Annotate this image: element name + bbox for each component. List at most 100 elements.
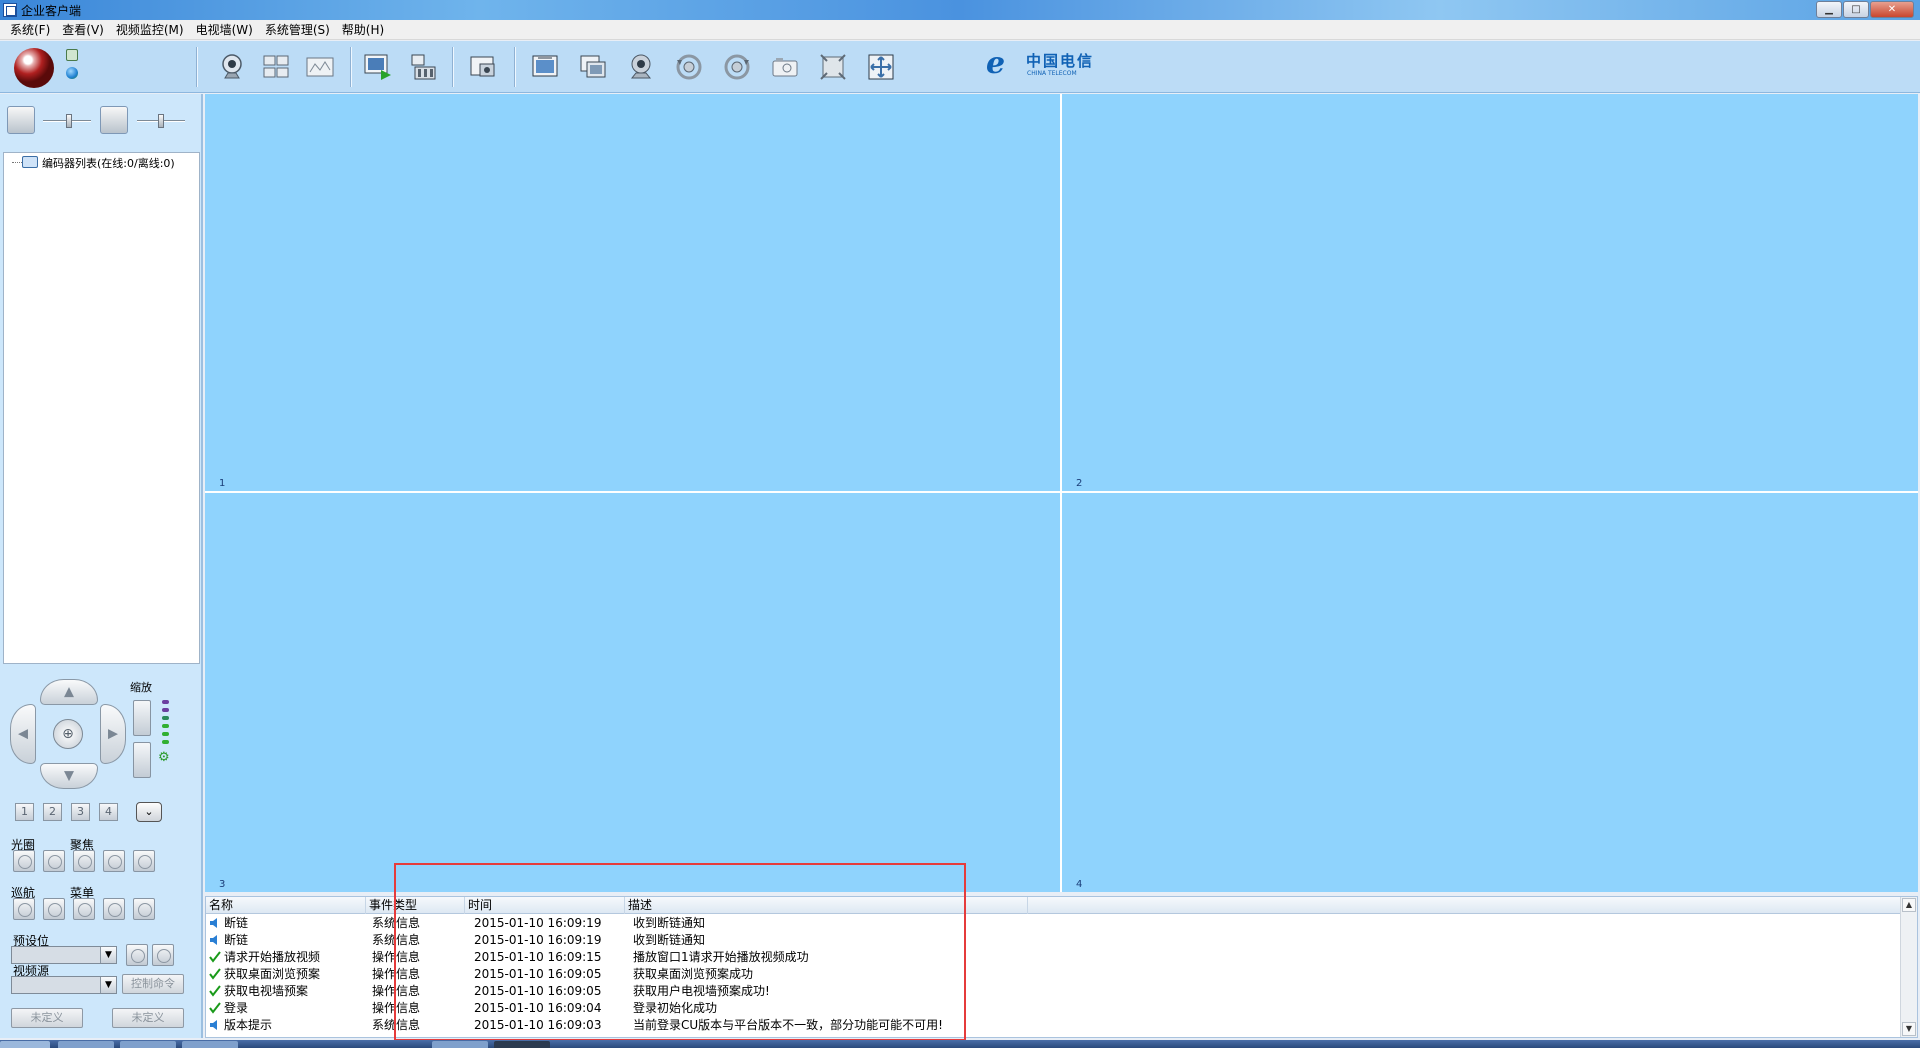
column-header-name[interactable]: 名称 [206, 897, 366, 914]
column-header-desc[interactable]: 描述 [625, 897, 1028, 914]
log-row[interactable]: 断链 系统信息 2015-01-10 16:09:19 收到断链通知 [206, 915, 1901, 932]
undefined-button-2[interactable]: 未定义 [112, 1008, 184, 1028]
close-button[interactable]: ✕ [1870, 1, 1914, 18]
fullscreen-window-icon[interactable] [528, 51, 562, 83]
camera-ball-icon[interactable] [624, 51, 658, 83]
log-row[interactable]: 登录 操作信息 2015-01-10 16:09:04 登录初始化成功 [206, 1000, 1901, 1017]
log-row[interactable]: 获取桌面浏览预案 操作信息 2015-01-10 16:09:05 获取桌面浏览… [206, 966, 1901, 983]
ptz-up-button[interactable]: ▲ [40, 679, 98, 705]
taskbar-item[interactable] [182, 1041, 238, 1048]
menu-tv-wall[interactable]: 电视墙(W) [190, 20, 259, 40]
column-header-time[interactable]: 时间 [465, 897, 625, 914]
window-switch-icon[interactable] [576, 51, 610, 83]
log-time: 2015-01-10 16:09:04 [474, 1001, 602, 1015]
network-globe-icon[interactable] [66, 67, 78, 79]
preset-button-2[interactable]: 2 [43, 803, 62, 821]
scroll-up-icon[interactable]: ▲ [1902, 898, 1916, 912]
speaker-volume-icon[interactable] [7, 106, 35, 134]
preset-goto-icon[interactable] [152, 944, 174, 966]
video-record-icon[interactable] [407, 51, 441, 83]
log-type: 操作信息 [372, 1001, 421, 1015]
zoom-in-button[interactable] [133, 700, 151, 736]
log-time: 2015-01-10 16:09:15 [474, 950, 602, 964]
menu-open-icon[interactable] [103, 898, 125, 920]
expand-icon[interactable] [864, 51, 898, 83]
log-row[interactable]: 版本提示 系统信息 2015-01-10 16:09:03 当前登录CU版本与平… [206, 1017, 1901, 1034]
preset-button-3[interactable]: 3 [71, 803, 90, 821]
rotate-left-icon[interactable] [672, 51, 706, 83]
focus-far-icon[interactable] [133, 850, 155, 872]
ptz-down-button[interactable]: ▼ [40, 763, 98, 789]
snapshot-icon[interactable] [466, 51, 500, 83]
map-icon[interactable] [303, 51, 337, 83]
cruise-auto-icon[interactable] [13, 898, 35, 920]
app-logo-icon[interactable] [14, 48, 54, 88]
menu-view[interactable]: 查看(V) [56, 20, 110, 40]
zoom-out-button[interactable] [133, 742, 151, 778]
pane-number: 3 [219, 879, 226, 890]
taskbar-item[interactable] [58, 1041, 114, 1048]
menu-show-icon[interactable] [73, 898, 95, 920]
speaker-icon [210, 935, 217, 945]
video-pane-1[interactable]: 1 [205, 94, 1060, 491]
preset-button-4[interactable]: 4 [99, 803, 118, 821]
log-desc: 登录初始化成功 [633, 1001, 718, 1015]
menu-system[interactable]: 系统(F) [4, 20, 56, 40]
fit-window-icon[interactable] [816, 51, 850, 83]
toolbar: ℯ 中国电信 CHINA TELECOM [0, 41, 1920, 93]
menu-help[interactable]: 帮助(H) [336, 20, 390, 40]
menu-video-monitor[interactable]: 视频监控(M) [110, 20, 190, 40]
menu-exit-icon[interactable] [133, 898, 155, 920]
encoder-list-node[interactable]: 编码器列表(在线:0/离线:0) [42, 155, 175, 171]
taskbar-item[interactable] [120, 1041, 176, 1048]
taskbar-item[interactable] [432, 1041, 488, 1048]
focus-near-icon[interactable] [103, 850, 125, 872]
cruise-stop-icon[interactable] [43, 898, 65, 920]
taskbar-item-active[interactable] [494, 1041, 550, 1048]
user-status-icon[interactable] [66, 49, 78, 61]
ptz-center-icon[interactable]: ⊕ [53, 719, 83, 749]
webcam-icon[interactable] [215, 51, 249, 83]
log-row[interactable]: 获取电视墙预案 操作信息 2015-01-10 16:09:05 获取用户电视墙… [206, 983, 1901, 1000]
video-pane-2[interactable]: 2 [1062, 94, 1918, 491]
grid-layout-icon[interactable] [259, 51, 293, 83]
log-scrollbar[interactable]: ▲ ▼ [1900, 897, 1917, 1037]
audio-controls [3, 100, 200, 138]
camera-icon[interactable] [768, 51, 802, 83]
zoom-running-icon: ⚙ [158, 750, 170, 765]
preset-edit-icon[interactable] [126, 944, 148, 966]
playback-icon[interactable] [361, 51, 395, 83]
speaker-volume-thumb[interactable] [66, 114, 72, 128]
start-button[interactable] [0, 1041, 50, 1048]
control-command-button[interactable]: 控制命令 [122, 974, 184, 994]
preset-button-1[interactable]: 1 [15, 803, 34, 821]
chevron-up-icon: ▲ [64, 684, 74, 700]
focus-auto-icon[interactable] [73, 850, 95, 872]
menu-system-admin[interactable]: 系统管理(S) [259, 20, 336, 40]
microphone-icon[interactable] [100, 106, 128, 134]
undefined-button-1[interactable]: 未定义 [11, 1008, 83, 1028]
video-pane-4[interactable]: 4 [1062, 493, 1918, 892]
maximize-button[interactable]: □ [1843, 1, 1869, 18]
china-telecom-logo: ℯ 中国电信 CHINA TELECOM [986, 47, 1096, 83]
ptz-more-dropdown[interactable]: ⌄ [136, 802, 162, 822]
brand-en: CHINA TELECOM [1027, 70, 1077, 77]
log-row[interactable]: 请求开始播放视频 操作信息 2015-01-10 16:09:15 播放窗口1请… [206, 949, 1901, 966]
scroll-down-icon[interactable]: ▼ [1902, 1022, 1916, 1036]
mic-volume-thumb[interactable] [158, 114, 164, 128]
log-row[interactable]: 断链 系统信息 2015-01-10 16:09:19 收到断链通知 [206, 932, 1901, 949]
video-pane-3[interactable]: 3 [205, 493, 1060, 892]
iris-close-icon[interactable] [43, 850, 65, 872]
video-source-select[interactable]: ▼ [11, 976, 117, 994]
log-type: 系统信息 [372, 916, 421, 930]
ptz-right-button[interactable]: ▶ [100, 704, 126, 764]
iris-open-icon[interactable] [13, 850, 35, 872]
event-log-panel: 名称 事件类型 时间 描述 断链 系统信息 2015-01-10 16:09:1… [205, 896, 1918, 1038]
speaker-icon [210, 918, 217, 928]
chevron-down-icon: ▼ [100, 977, 116, 993]
minimize-button[interactable]: ▁ [1816, 1, 1842, 18]
check-icon [209, 951, 221, 963]
rotate-right-icon[interactable] [720, 51, 754, 83]
ptz-left-button[interactable]: ◀ [10, 704, 36, 764]
column-header-type[interactable]: 事件类型 [366, 897, 465, 914]
